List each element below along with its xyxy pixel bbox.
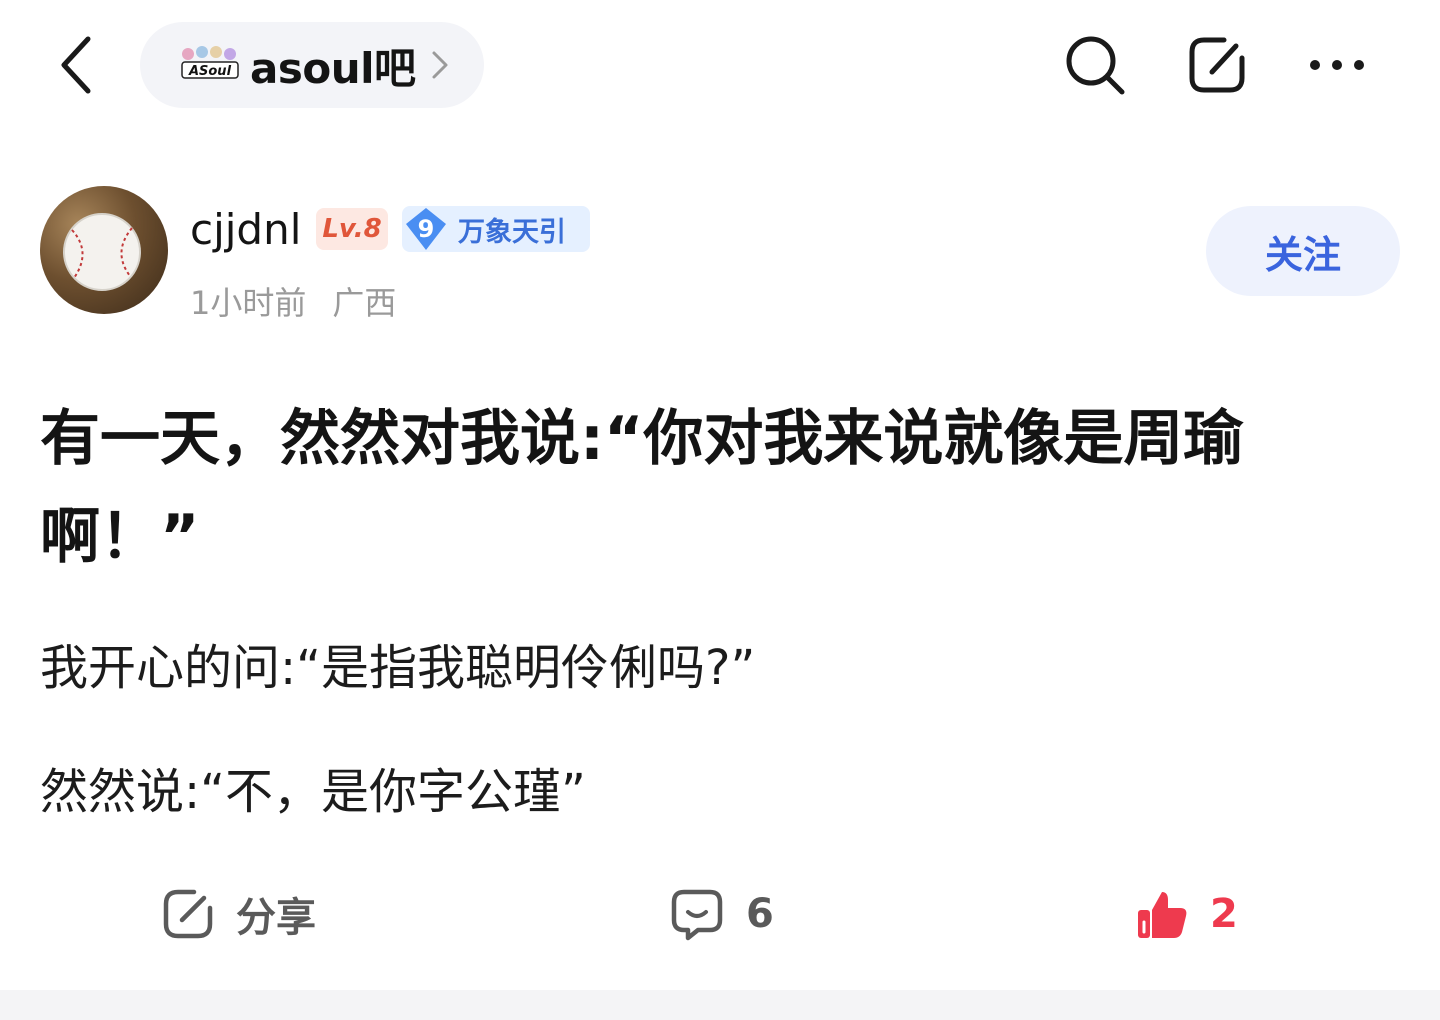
follow-button[interactable]: 关注 — [1206, 206, 1400, 296]
level-badge: Lv.8 — [316, 208, 388, 250]
more-options-button[interactable] — [1300, 28, 1374, 102]
author-username[interactable]: cjjdnl — [190, 204, 301, 256]
post-meta: 1小时前 广西 — [190, 278, 396, 324]
edit-icon — [1189, 37, 1245, 93]
forum-logo-text: ASoul — [188, 64, 232, 79]
forum-logo: ASoul — [178, 44, 242, 86]
search-button[interactable] — [1058, 28, 1132, 102]
back-arrow-icon — [61, 36, 91, 94]
like-button[interactable]: 2 — [1134, 876, 1238, 952]
search-icon — [1066, 36, 1125, 95]
share-button[interactable]: 分享 — [160, 876, 316, 952]
bottom-divider-strip — [0, 990, 1440, 1020]
title-badge-number: 9 — [417, 215, 435, 243]
title-badge-text: 万象天引 — [458, 216, 566, 248]
comment-icon — [671, 889, 723, 941]
post-title: 有一天，然然对我说:“你对我来说就像是周瑜啊！” — [40, 404, 1244, 572]
more-dots-icon — [1310, 60, 1364, 70]
author-avatar[interactable] — [40, 186, 168, 314]
comment-button[interactable]: 6 — [668, 876, 774, 952]
share-label: 分享 — [236, 895, 316, 941]
baseball-avatar-image — [63, 213, 141, 291]
diamond-badge-icon: 9 — [402, 206, 450, 252]
post-time: 1小时前 — [190, 284, 307, 322]
comment-count: 6 — [746, 891, 774, 937]
post-detail-page: ASoul asoul吧 cjjdnl Lv.8 9 万象天引 1小时前 广西 … — [0, 0, 1440, 1020]
post-body-line: 我开心的问:“是指我聪明伶俐吗?” — [40, 640, 756, 696]
thumbs-up-icon — [1138, 892, 1187, 938]
chevron-right-icon — [432, 51, 447, 79]
forum-name: asoul吧 — [250, 43, 416, 93]
back-button[interactable] — [46, 30, 106, 100]
like-count: 2 — [1210, 891, 1238, 937]
forum-entry-button[interactable]: ASoul asoul吧 — [140, 22, 484, 108]
post-body-line: 然然说:“不，是你字公瑾” — [40, 764, 586, 820]
edit-button[interactable] — [1180, 28, 1254, 102]
honor-title-badge: 9 万象天引 — [402, 206, 590, 252]
post-location: 广西 — [332, 284, 397, 322]
share-icon — [163, 889, 213, 939]
